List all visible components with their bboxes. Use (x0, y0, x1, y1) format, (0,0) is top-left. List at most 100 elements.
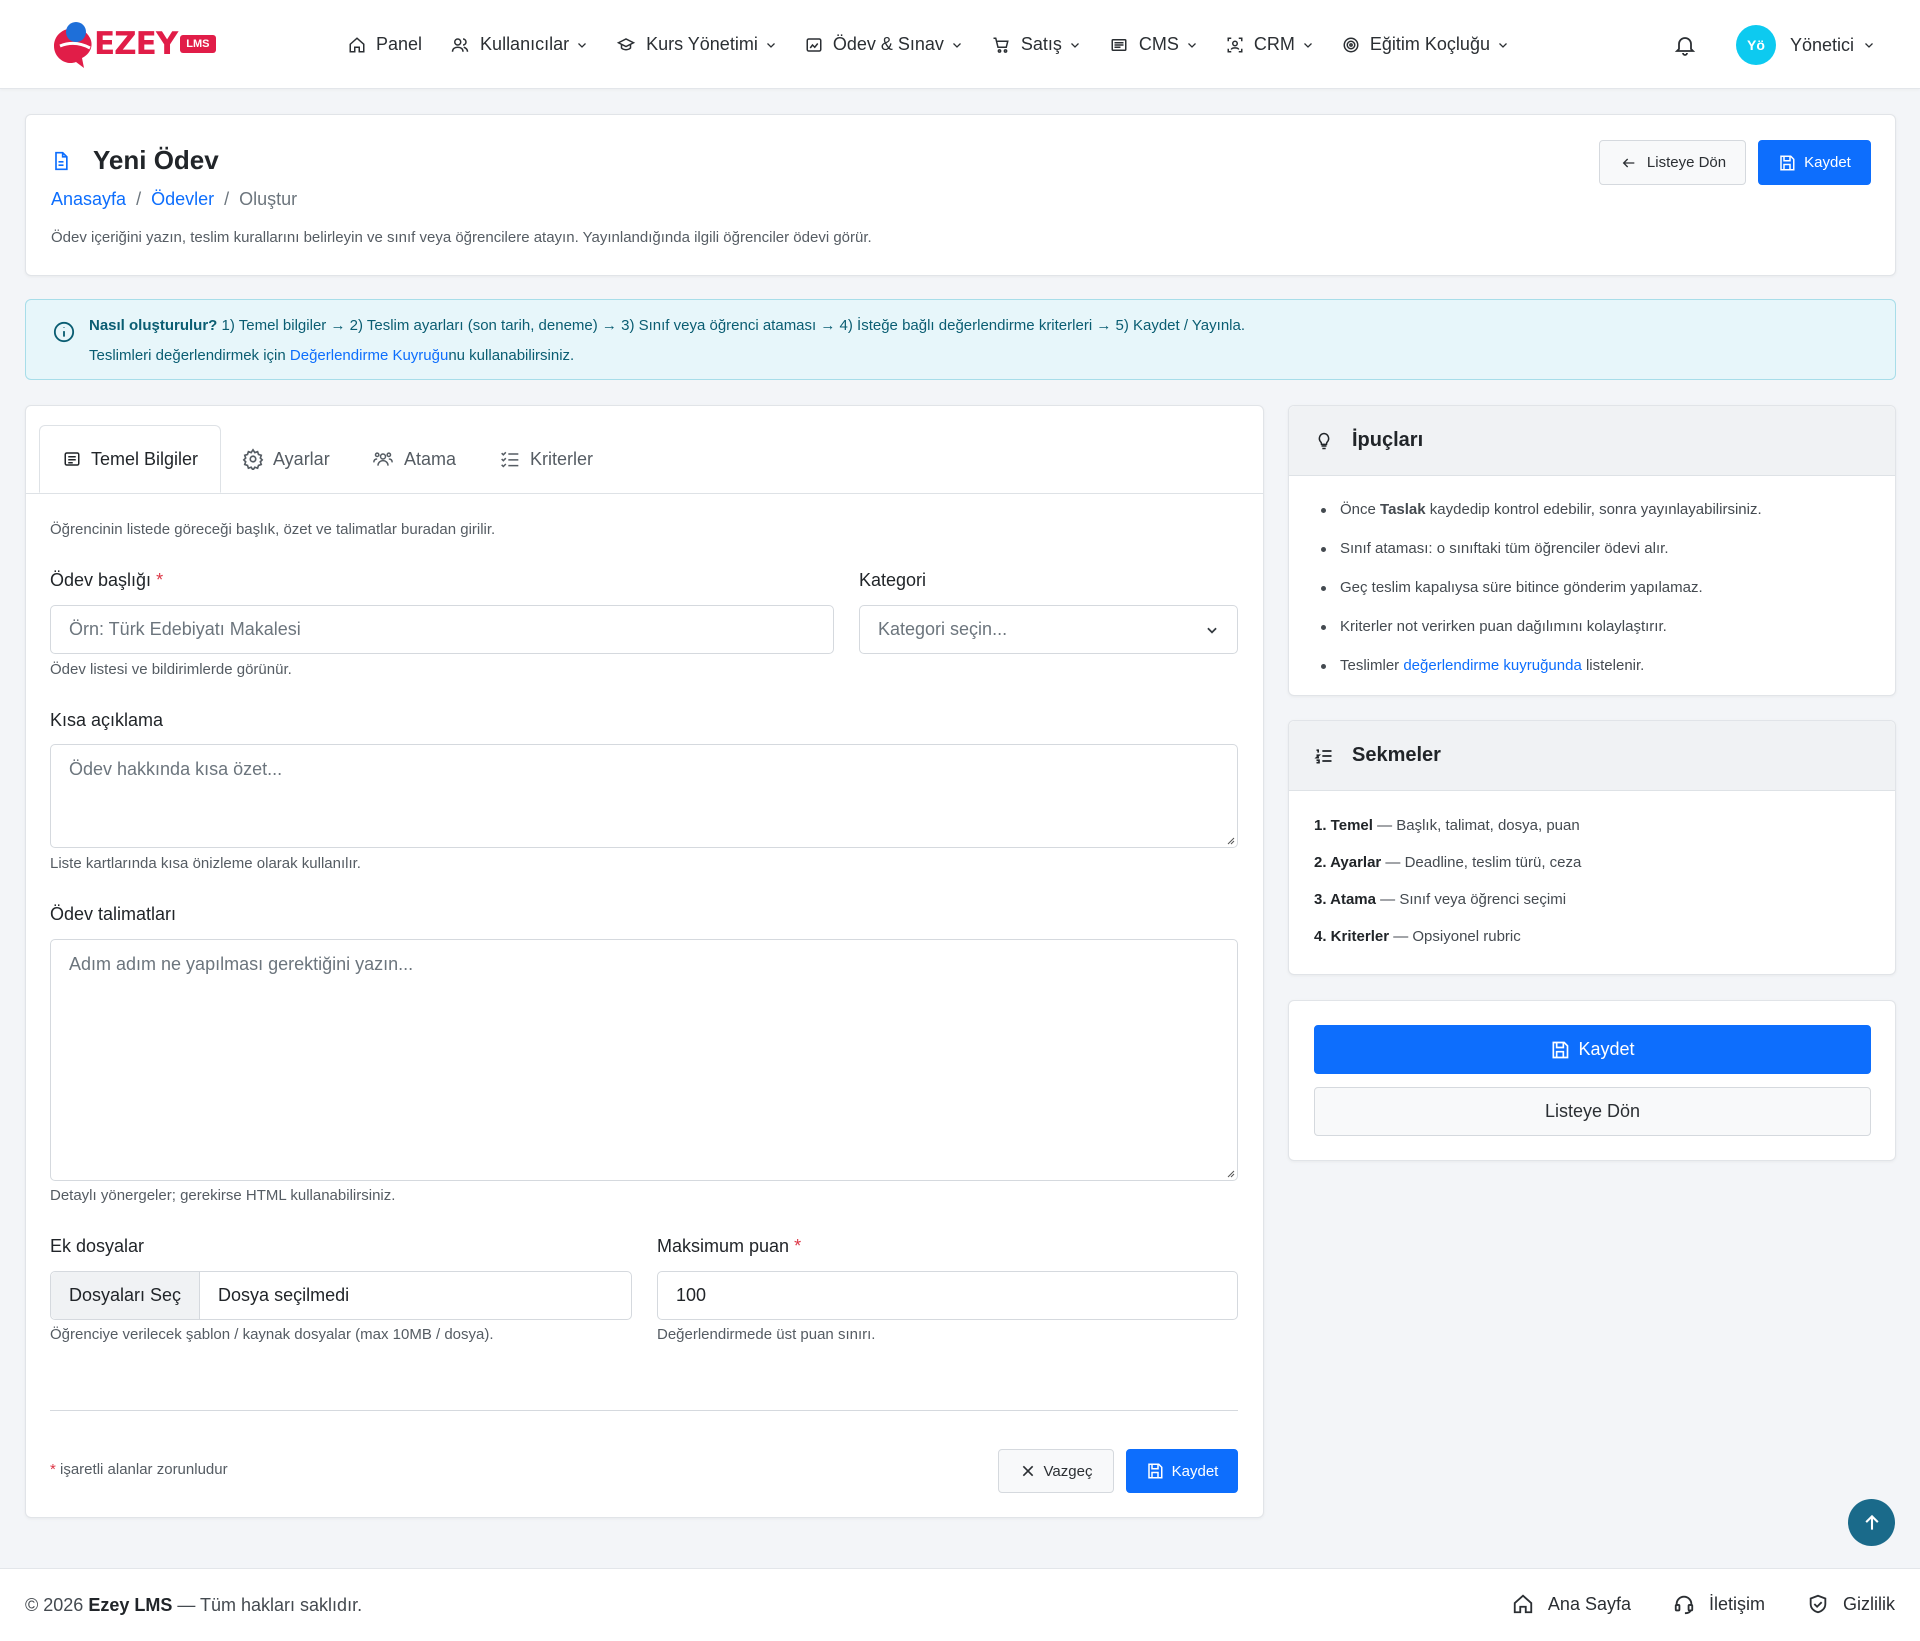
tips-title: İpuçları (1352, 429, 1424, 451)
numbered-list-icon (1314, 748, 1332, 763)
brand-logo[interactable]: EZEY LMS (50, 18, 216, 70)
footer-link-contact[interactable]: İletişim (1673, 1593, 1765, 1615)
label-text: Ödev başlığı (50, 570, 152, 590)
info-bold: Nasıl oluşturulur? (89, 317, 218, 334)
chevron-down-icon (1499, 42, 1507, 48)
tip-text: Önce (1340, 501, 1381, 518)
nav-item-label: Panel (376, 34, 423, 54)
resize-handle-icon[interactable] (1225, 835, 1235, 845)
header-save-button[interactable]: Kaydet (1758, 140, 1871, 185)
choose-files-button[interactable]: Dosyaları Seç (51, 1272, 201, 1319)
title-help: Ödev listesi ve bildirimlerde görünür. (50, 661, 292, 678)
cancel-button[interactable]: Vazgeç (998, 1449, 1114, 1493)
max-score-help: Değerlendirmede üst puan sınırı. (657, 1326, 876, 1343)
form-intro: Öğrencinin listede göreceği başlık, özet… (50, 521, 496, 538)
footer-link-home[interactable]: Ana Sayfa (1512, 1593, 1631, 1615)
top-navbar: EZEY LMS Panel Kullanıcılar Kurs Yönetim… (0, 0, 1920, 89)
footer-link-label: İletişim (1708, 1593, 1765, 1614)
user-menu[interactable]: Yö Yönetici (1736, 25, 1875, 65)
checklist-icon (501, 451, 519, 468)
tab-divider (26, 493, 1263, 494)
chevron-down-icon (1207, 627, 1217, 634)
list-item: 3. Atama — Sınıf veya öğrenci seçimi (1314, 891, 1895, 908)
sections-header: Sekmeler (1289, 721, 1895, 791)
label-text: Maksimum puan (657, 1236, 790, 1256)
tips-list: Önce Taslak kaydedip kontrol edebilir, s… (1289, 476, 1895, 674)
cart-icon (993, 37, 1009, 53)
side-save-button[interactable]: Kaydet (1314, 1025, 1871, 1074)
tab-basic-info[interactable]: Temel Bilgiler (39, 425, 221, 493)
breadcrumb-home[interactable]: Anasayfa (51, 189, 126, 210)
button-label: Kaydet (1578, 1039, 1635, 1059)
section-bold: 4. Kriterler (1314, 928, 1390, 945)
shield-icon (1809, 1594, 1827, 1614)
required-star: * (794, 1236, 802, 1256)
instructions-textarea[interactable]: Adım adım ne yapılması gerektiğini yazın… (50, 939, 1238, 1181)
category-select[interactable]: Kategori seçin... (859, 605, 1238, 654)
file-input[interactable]: Dosyaları Seç Dosya seçilmedi (50, 1271, 632, 1320)
placeholder: Örn: Türk Edebiyatı Makalesi (69, 619, 301, 639)
tab-settings[interactable]: Ayarlar (242, 425, 330, 493)
side-back-button[interactable]: Listeye Dön (1314, 1087, 1871, 1136)
copyright-text: © 2026 (25, 1595, 89, 1615)
page-title: Yeni Ödev (93, 145, 219, 175)
footer: © 2026 Ezey LMS — Tüm hakları saklıdır. … (0, 1568, 1920, 1641)
max-score-input[interactable]: 100 (657, 1271, 1238, 1320)
breadcrumb-assignments[interactable]: Ödevler (151, 189, 214, 210)
nav-item-panel[interactable]: Panel (348, 34, 422, 55)
section-text: — Deadline, teslim türü, ceza (1381, 854, 1582, 871)
close-icon (1022, 1465, 1033, 1477)
required-note-text: işaretli alanlar zorunludur (55, 1461, 228, 1478)
info-queue-note: Teslimleri değerlendirmek için Değerlend… (89, 347, 574, 364)
tab-assignment[interactable]: Atama (371, 425, 456, 493)
nav-item-coaching[interactable]: Eğitim Koçluğu (1342, 34, 1509, 55)
assignment-title-input[interactable]: Örn: Türk Edebiyatı Makalesi (50, 605, 834, 654)
files-label: Ek dosyalar (50, 1236, 145, 1256)
logo-mark-icon (54, 22, 92, 68)
resize-handle-icon[interactable] (1225, 1168, 1235, 1178)
tab-criteria[interactable]: Kriterler (499, 425, 593, 493)
nav-item-courses[interactable]: Kurs Yönetimi (616, 34, 777, 55)
users-icon (451, 37, 469, 52)
brand-name: EZEY (94, 26, 178, 62)
nav-item-sales[interactable]: Satış (991, 34, 1081, 55)
brand-badge: LMS (180, 35, 216, 53)
form-save-button[interactable]: Kaydet (1126, 1449, 1238, 1493)
save-icon (1147, 1463, 1163, 1479)
section-bold: 1. Temel (1314, 817, 1373, 834)
list-item: 1. Temel — Başlık, talimat, dosya, puan (1314, 817, 1895, 834)
scan-user-icon (1227, 37, 1243, 52)
back-to-list-button[interactable]: Listeye Dön (1599, 140, 1746, 185)
footer-link-label: Gizlilik (1843, 1593, 1895, 1614)
list-item: Kriterler not verirken puan dağılımını k… (1314, 618, 1895, 635)
tip-bold: Taslak (1380, 501, 1426, 518)
chevron-down-icon (952, 42, 961, 48)
side-actions-card: Kaydet Listeye Dön (1288, 1000, 1896, 1161)
button-label: Kaydet (1171, 1462, 1219, 1480)
tip-text: Teslimler (1340, 657, 1404, 674)
document-icon (55, 151, 68, 170)
footer-link-privacy[interactable]: Gizlilik (1807, 1593, 1895, 1615)
notifications-button[interactable] (1673, 32, 1697, 58)
file-status: Dosya seçilmedi (218, 1285, 350, 1305)
main-menu: Panel Kullanıcılar Kurs Yönetimi Ödev & … (348, 0, 1537, 89)
arrow-left-icon (1622, 158, 1635, 167)
breadcrumb: Anasayfa / Ödevler / Oluştur (51, 189, 297, 210)
avatar: Yö (1736, 25, 1776, 65)
summary-textarea[interactable]: Ödev hakkında kısa özet... (50, 744, 1238, 848)
nav-item-label: CRM (1253, 34, 1295, 54)
nav-item-assignments[interactable]: Ödev & Sınav (805, 34, 963, 55)
chevron-down-icon (1865, 43, 1873, 48)
review-queue-link[interactable]: değerlendirme kuyruğunda (1403, 657, 1581, 674)
nav-item-crm[interactable]: CRM (1226, 34, 1314, 55)
review-queue-link[interactable]: Değerlendirme Kuyruğu (290, 347, 448, 364)
button-label: Listeye Dön (1646, 154, 1727, 171)
nav-item-users[interactable]: Kullanıcılar (450, 34, 588, 55)
scroll-to-top-button[interactable] (1848, 1499, 1895, 1546)
home-icon (1513, 1594, 1533, 1614)
tab-label: Ayarlar (273, 448, 330, 469)
placeholder: Adım adım ne yapılması gerektiğini yazın… (69, 954, 414, 974)
tab-label: Kriterler (530, 448, 594, 469)
list-item: Sınıf ataması: o sınıftaki tüm öğrencile… (1314, 540, 1895, 557)
nav-item-cms[interactable]: CMS (1109, 34, 1198, 55)
